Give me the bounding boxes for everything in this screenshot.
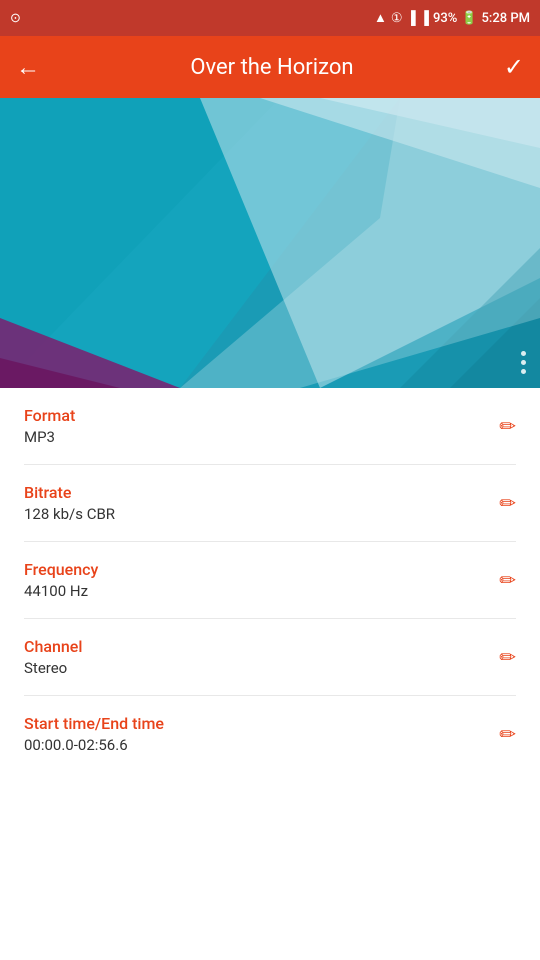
property-value-format: MP3 <box>24 428 483 446</box>
property-item-channel: Channel Stereo ✏ <box>24 619 516 696</box>
properties-list: Format MP3 ✏ Bitrate 128 kb/s CBR ✏ Freq… <box>0 388 540 772</box>
status-bar: ⊙ ▲ ① ▐ ▐ 93% 🔋 5:28 PM <box>0 0 540 36</box>
page-title: Over the Horizon <box>40 55 504 80</box>
property-label-format: Format <box>24 406 483 425</box>
property-value-bitrate: 128 kb/s CBR <box>24 505 483 523</box>
property-item-time-range: Start time/End time 00:00.0-02:56.6 ✏ <box>24 696 516 772</box>
property-label-channel: Channel <box>24 637 483 656</box>
property-info-channel: Channel Stereo <box>24 637 483 677</box>
property-label-frequency: Frequency <box>24 560 483 579</box>
back-button[interactable]: ← <box>16 53 40 82</box>
sim1-icon: ① <box>391 11 403 26</box>
edit-channel-button[interactable]: ✏ <box>483 641 516 673</box>
status-bar-right: ▲ ① ▐ ▐ 93% 🔋 5:28 PM <box>374 10 530 26</box>
property-info-bitrate: Bitrate 128 kb/s CBR <box>24 483 483 523</box>
signal1-icon: ▐ <box>407 10 416 26</box>
dot3 <box>521 369 526 374</box>
edit-frequency-button[interactable]: ✏ <box>483 564 516 596</box>
property-label-time-range: Start time/End time <box>24 714 483 733</box>
dot2 <box>521 360 526 365</box>
wechat-icon: ⊙ <box>10 11 21 26</box>
more-options-button[interactable] <box>521 351 526 374</box>
property-item-frequency: Frequency 44100 Hz ✏ <box>24 542 516 619</box>
dot1 <box>521 351 526 356</box>
status-bar-left: ⊙ <box>10 11 21 26</box>
edit-bitrate-button[interactable]: ✏ <box>483 487 516 519</box>
property-item-format: Format MP3 ✏ <box>24 388 516 465</box>
time: 5:28 PM <box>482 11 531 26</box>
property-label-bitrate: Bitrate <box>24 483 483 502</box>
property-info-time-range: Start time/End time 00:00.0-02:56.6 <box>24 714 483 754</box>
battery-percentage: 93% <box>433 11 457 26</box>
property-value-channel: Stereo <box>24 659 483 677</box>
album-art <box>0 98 540 388</box>
property-info-frequency: Frequency 44100 Hz <box>24 560 483 600</box>
edit-format-button[interactable]: ✏ <box>483 410 516 442</box>
album-art-svg <box>0 98 540 388</box>
edit-time-range-button[interactable]: ✏ <box>483 718 516 750</box>
confirm-button[interactable]: ✓ <box>504 53 524 81</box>
property-value-time-range: 00:00.0-02:56.6 <box>24 736 483 754</box>
signal2-icon: ▐ <box>420 10 429 26</box>
property-item-bitrate: Bitrate 128 kb/s CBR ✏ <box>24 465 516 542</box>
app-bar: ← Over the Horizon ✓ <box>0 36 540 98</box>
property-info-format: Format MP3 <box>24 406 483 446</box>
battery-icon: 🔋 <box>461 11 477 26</box>
property-value-frequency: 44100 Hz <box>24 582 483 600</box>
wifi-icon: ▲ <box>374 10 387 26</box>
